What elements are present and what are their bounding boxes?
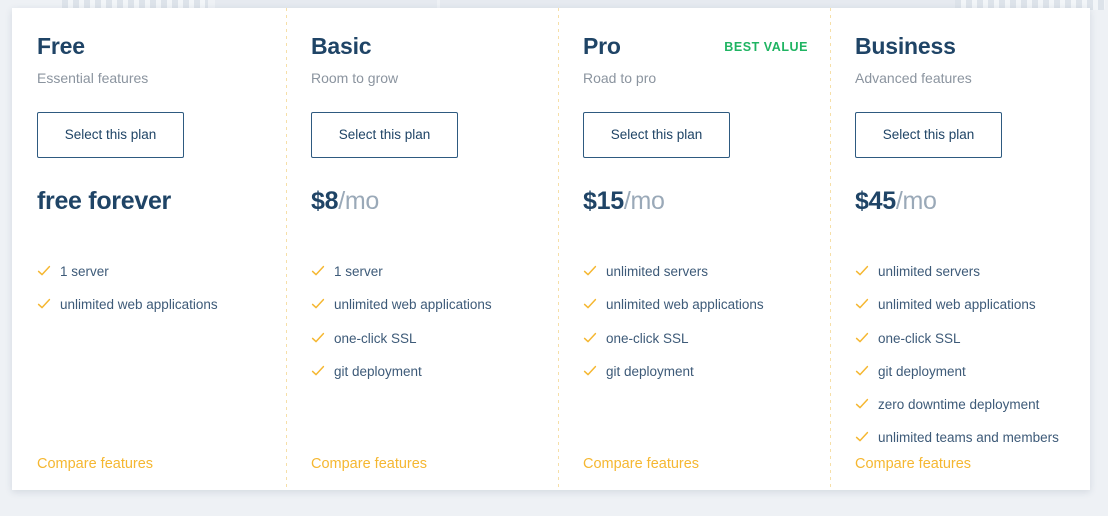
- select-plan-button[interactable]: Select this plan: [37, 112, 184, 159]
- price-period: /mo: [338, 187, 379, 216]
- pricing-card: Free Essential features Select this plan fr…: [12, 8, 1090, 490]
- check-icon: [855, 430, 869, 444]
- check-icon: [311, 297, 325, 311]
- price-amount: $8: [311, 187, 339, 216]
- feature-label: one-click SSL: [878, 330, 961, 346]
- feature-item: unlimited web applications: [311, 294, 558, 316]
- plan-tagline: Advanced features: [855, 70, 972, 87]
- feature-label: 1 server: [60, 264, 109, 280]
- check-icon: [583, 264, 597, 278]
- feature-item: git deployment: [855, 361, 1090, 383]
- price-amount: free forever: [37, 187, 171, 216]
- plan-price: $45/mo: [855, 189, 1090, 214]
- feature-item: 1 server: [37, 261, 286, 283]
- feature-item: unlimited servers: [855, 261, 1090, 283]
- check-icon: [583, 297, 597, 311]
- feature-item: one-click SSL: [583, 328, 830, 350]
- feature-label: unlimited servers: [878, 264, 981, 280]
- feature-list: 1 server unlimited web applications one-cl…: [311, 261, 558, 383]
- plan-name: Business: [855, 33, 956, 59]
- feature-label: unlimited web applications: [60, 297, 218, 313]
- feature-item: 1 server: [311, 261, 558, 283]
- check-icon: [311, 264, 325, 278]
- check-icon: [855, 297, 869, 311]
- feature-label: git deployment: [334, 363, 422, 379]
- plan-tagline: Room to grow: [311, 70, 399, 87]
- compare-features-link[interactable]: Compare features: [37, 456, 153, 472]
- compare-features-link[interactable]: Compare features: [311, 456, 427, 472]
- check-icon: [37, 297, 51, 311]
- feature-item: unlimited web applications: [37, 294, 286, 316]
- feature-item: one-click SSL: [311, 328, 558, 350]
- feature-item: unlimited servers: [583, 261, 830, 283]
- feature-item: unlimited teams and members: [855, 427, 1090, 449]
- best-value-badge: BEST VALUE: [724, 40, 808, 54]
- plan-column-business: Business Advanced features Select this pla…: [830, 8, 1090, 490]
- plan-price: $15/mo: [583, 189, 830, 214]
- check-icon: [583, 364, 597, 378]
- check-icon: [37, 264, 51, 278]
- plan-price: $8/mo: [311, 189, 558, 214]
- feature-label: git deployment: [606, 363, 694, 379]
- pricing-plan-grid: Free Essential features Select this plan fr…: [12, 8, 1090, 490]
- feature-label: unlimited servers: [606, 264, 709, 280]
- select-plan-button[interactable]: Select this plan: [311, 112, 458, 159]
- plan-column-basic: Basic Room to grow Select this plan $8/mo 1 …: [286, 8, 558, 490]
- plan-header: Basic: [311, 33, 558, 59]
- plan-name: Basic: [311, 33, 372, 59]
- feature-item: unlimited web applications: [583, 294, 830, 316]
- compare-features-link[interactable]: Compare features: [583, 456, 699, 472]
- compare-features-link[interactable]: Compare features: [855, 456, 971, 472]
- select-plan-button[interactable]: Select this plan: [583, 112, 730, 159]
- plan-column-free: Free Essential features Select this plan fr…: [12, 8, 286, 490]
- plan-tagline: Essential features: [37, 70, 149, 87]
- select-plan-button[interactable]: Select this plan: [855, 112, 1002, 159]
- feature-label: unlimited teams and members: [878, 430, 1059, 446]
- feature-label: unlimited web applications: [606, 297, 764, 313]
- feature-item: one-click SSL: [855, 328, 1090, 350]
- feature-item: git deployment: [311, 361, 558, 383]
- plan-name: Pro: [583, 33, 621, 59]
- feature-item: zero downtime deployment: [855, 394, 1090, 416]
- feature-item: unlimited web applications: [855, 294, 1090, 316]
- check-icon: [583, 331, 597, 345]
- price-amount: $45: [855, 187, 896, 216]
- check-icon: [311, 364, 325, 378]
- feature-label: one-click SSL: [334, 330, 417, 346]
- feature-label: unlimited web applications: [334, 297, 492, 313]
- plan-tagline: Road to pro: [583, 70, 657, 87]
- feature-item: git deployment: [583, 361, 830, 383]
- plan-header: Free: [37, 33, 286, 59]
- feature-label: one-click SSL: [606, 330, 689, 346]
- feature-list: 1 server unlimited web applications: [37, 261, 286, 317]
- plan-price: free forever: [37, 189, 286, 214]
- feature-label: git deployment: [878, 363, 966, 379]
- check-icon: [855, 331, 869, 345]
- feature-label: unlimited web applications: [878, 297, 1036, 313]
- price-amount: $15: [583, 187, 624, 216]
- plan-header: Business: [855, 33, 1090, 59]
- feature-label: zero downtime deployment: [878, 397, 1040, 413]
- price-period: /mo: [895, 187, 937, 216]
- check-icon: [855, 264, 869, 278]
- feature-label: 1 server: [334, 264, 383, 280]
- check-icon: [855, 364, 869, 378]
- check-icon: [855, 397, 869, 411]
- plan-column-pro: Pro BEST VALUE Road to pro Select this plan…: [558, 8, 830, 490]
- plan-header: Pro BEST VALUE: [583, 33, 830, 59]
- price-period: /mo: [623, 187, 665, 216]
- feature-list: unlimited servers unlimited web applicati…: [855, 261, 1090, 450]
- check-icon: [311, 331, 325, 345]
- plan-name: Free: [37, 33, 85, 59]
- feature-list: unlimited servers unlimited web applicati…: [583, 261, 830, 383]
